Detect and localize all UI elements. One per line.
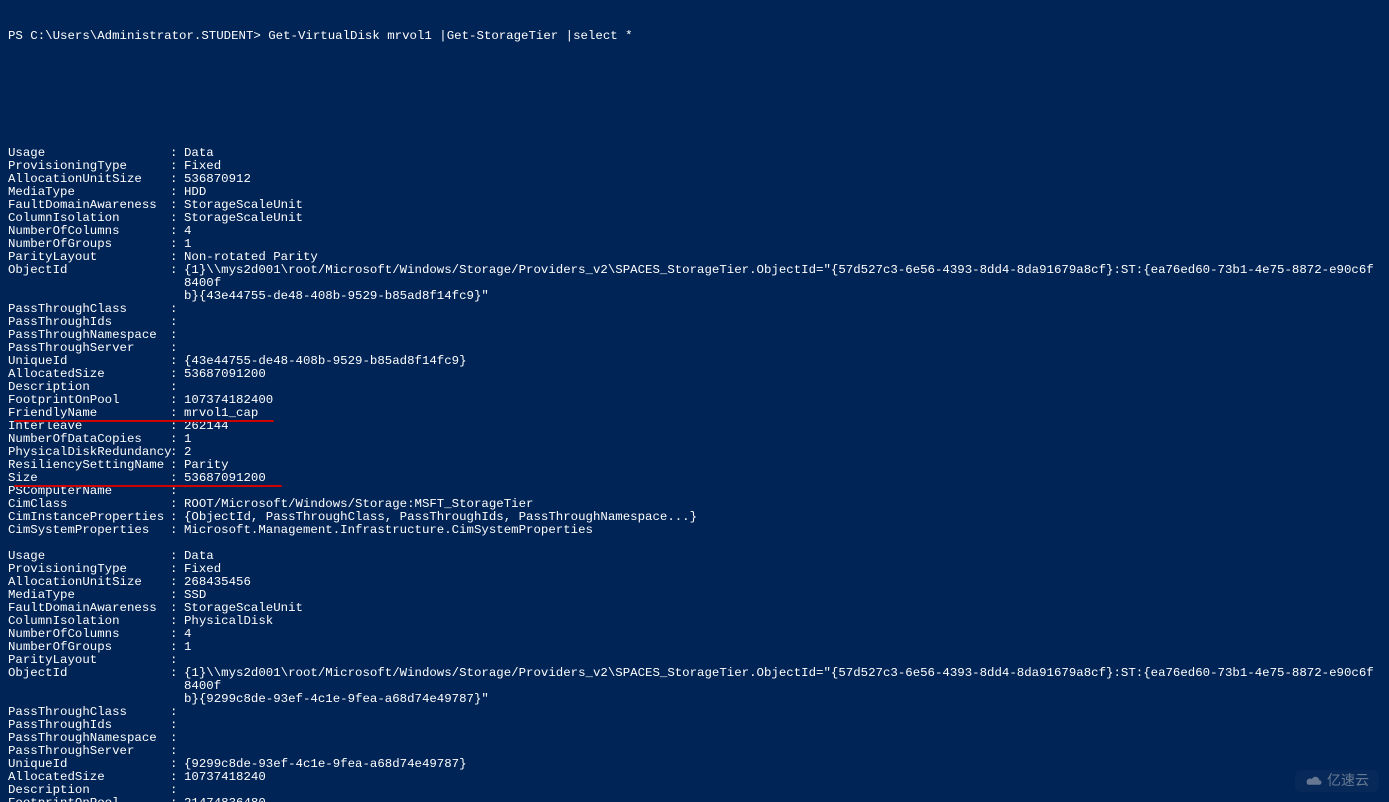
property-row-numberofcolumns: NumberOfColumns: 4 [8,225,1381,238]
property-row-passthroughclass: PassThroughClass: [8,706,1381,719]
property-value: PhysicalDisk [184,615,273,628]
property-value: 53687091200 [184,368,266,381]
separator: : [170,797,184,802]
property-row-cimsystemproperties: CimSystemProperties: Microsoft.Managemen… [8,524,1381,537]
separator: : [170,667,184,680]
property-value-wrap: b}{9299c8de-93ef-4c1e-9fea-a68d74e49787}… [8,693,1381,706]
property-value: 10737418240 [184,771,266,784]
property-key: ObjectId [8,667,170,680]
blank-line [8,69,1381,82]
property-key: ObjectId [8,264,170,277]
property-value: Microsoft.Management.Infrastructure.CimS… [184,524,593,537]
property-row-footprintonpool: FootprintOnPool: 21474836480 [8,797,1381,802]
property-value: StorageScaleUnit [184,212,303,225]
property-row-size: Size: 53687091200 [8,472,1381,485]
property-row-passthroughnamespace: PassThroughNamespace: [8,732,1381,745]
property-row-allocationunitsize: AllocationUnitSize: 536870912 [8,173,1381,186]
property-row-allocatedsize: AllocatedSize: 53687091200 [8,368,1381,381]
property-key: Size [8,472,170,485]
separator: : [170,524,184,537]
property-key: CimSystemProperties [8,524,170,537]
watermark-text: 亿速云 [1327,772,1369,788]
separator: : [170,472,184,485]
property-value: {1}\\mys2d001\root/Microsoft/Windows/Sto… [184,264,1379,290]
property-row-numberofcolumns: NumberOfColumns: 4 [8,628,1381,641]
separator: : [170,264,184,277]
cloud-icon [1305,774,1323,788]
property-row-columnisolation: ColumnIsolation: StorageScaleUnit [8,212,1381,225]
property-value: 53687091200 [184,472,266,485]
property-row-passthroughclass: PassThroughClass: [8,303,1381,316]
property-row-allocationunitsize: AllocationUnitSize: 268435456 [8,576,1381,589]
property-row-objectid: ObjectId: {1}\\mys2d001\root/Microsoft/W… [8,264,1381,290]
property-row-passthroughnamespace: PassThroughNamespace: [8,329,1381,342]
property-value-wrap: b}{43e44755-de48-408b-9529-b85ad8f14fc9}… [8,290,1381,303]
property-value: {1}\\mys2d001\root/Microsoft/Windows/Sto… [184,667,1379,693]
property-row-allocatedsize: AllocatedSize: 10737418240 [8,771,1381,784]
property-row-friendlyname: FriendlyName: mrvol1_cap [8,407,1381,420]
watermark-logo: 亿速云 [1295,770,1379,792]
property-row-passthroughids: PassThroughIds: [8,719,1381,732]
terminal-output[interactable]: PS C:\Users\Administrator.STUDENT> Get-V… [0,0,1389,802]
property-row-numberofgroups: NumberOfGroups: 1 [8,641,1381,654]
separator: : [170,407,184,420]
property-value: 21474836480 [184,797,266,802]
prompt-line: PS C:\Users\Administrator.STUDENT> Get-V… [8,30,1381,43]
property-value: 1 [184,641,191,654]
property-key: FootprintOnPool [8,797,170,802]
property-row-passthroughids: PassThroughIds: [8,316,1381,329]
property-row-columnisolation: ColumnIsolation: PhysicalDisk [8,615,1381,628]
property-key: FriendlyName [8,407,170,420]
property-value: mrvol1_cap [184,407,258,420]
property-row-numberofdatacopies: NumberOfDataCopies: 1 [8,433,1381,446]
property-row-objectid: ObjectId: {1}\\mys2d001\root/Microsoft/W… [8,667,1381,693]
blank-line [8,108,1381,121]
